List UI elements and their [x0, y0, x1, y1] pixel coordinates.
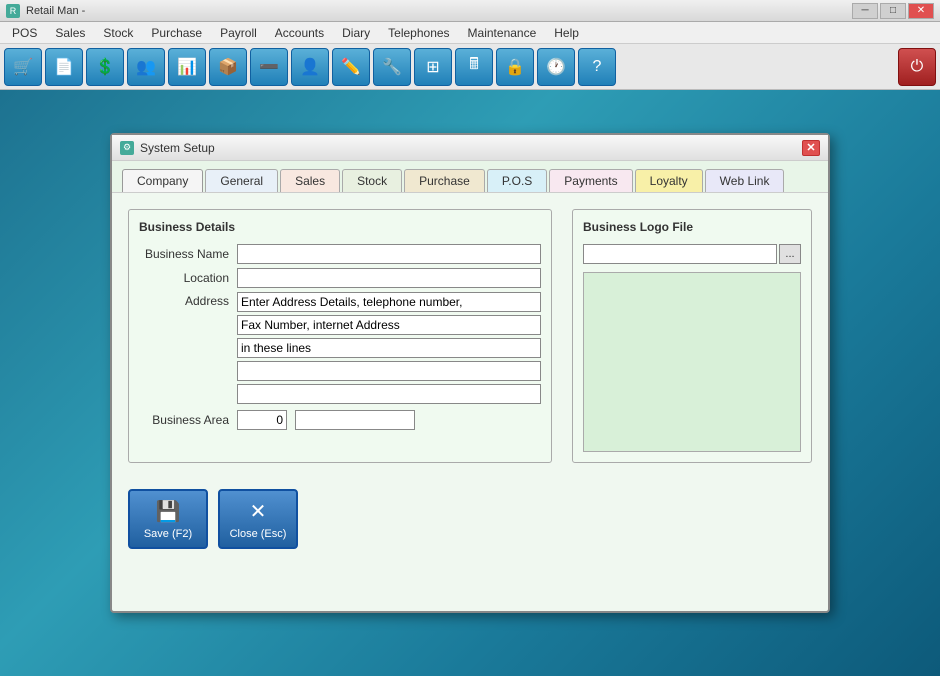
- menu-item-help[interactable]: Help: [546, 24, 587, 42]
- menu-item-telephones[interactable]: Telephones: [380, 24, 457, 42]
- toolbar-calc-icon[interactable]: 🖩: [455, 48, 493, 86]
- toolbar-power-icon[interactable]: ⏻: [898, 48, 936, 86]
- business-area-row: Business Area: [139, 410, 541, 430]
- business-name-input[interactable]: [237, 244, 541, 264]
- dialog-body: Business Details Business Name Location …: [112, 193, 828, 479]
- toolbar-grid-icon[interactable]: ⊞: [414, 48, 452, 86]
- tabs-container: CompanyGeneralSalesStockPurchaseP.O.SPay…: [112, 161, 828, 193]
- toolbar-help-icon[interactable]: ?: [578, 48, 616, 86]
- business-area-label: Business Area: [139, 413, 229, 427]
- save-icon: 💾: [156, 499, 181, 524]
- close-button[interactable]: ✕: [908, 3, 934, 19]
- menu-item-sales[interactable]: Sales: [47, 24, 93, 42]
- title-bar: R Retail Man - ─ □ ✕: [0, 0, 940, 22]
- close-footer-icon: ✕: [250, 499, 267, 524]
- dialog-title: System Setup: [140, 141, 215, 155]
- toolbar-edit-icon[interactable]: ✏️: [332, 48, 370, 86]
- business-area-name-input[interactable]: [295, 410, 415, 430]
- menu-item-maintenance[interactable]: Maintenance: [460, 24, 545, 42]
- address-label: Address: [139, 292, 229, 404]
- app-title: Retail Man -: [26, 5, 85, 17]
- location-row: Location: [139, 268, 541, 288]
- tab-pos[interactable]: P.O.S: [487, 169, 547, 192]
- logo-file-input[interactable]: [583, 244, 777, 264]
- toolbar-people-icon[interactable]: 👥: [127, 48, 165, 86]
- address-line-1[interactable]: [237, 292, 541, 312]
- logo-section: Business Logo File ...: [572, 209, 812, 463]
- toolbar-box-icon[interactable]: 📦: [209, 48, 247, 86]
- menu-item-purchase[interactable]: Purchase: [143, 24, 210, 42]
- menu-item-accounts[interactable]: Accounts: [267, 24, 332, 42]
- location-input[interactable]: [237, 268, 541, 288]
- menu-item-diary[interactable]: Diary: [334, 24, 378, 42]
- toolbar: 🛒📄💲👥📊📦➖👤✏️🔧⊞🖩🔒🕐? ⏻: [0, 44, 940, 90]
- address-inputs: [237, 292, 541, 404]
- logo-input-row: ...: [583, 244, 801, 264]
- address-line-3[interactable]: [237, 338, 541, 358]
- dialog-title-bar: ⚙ System Setup ✕: [112, 135, 828, 161]
- tab-purchase[interactable]: Purchase: [404, 169, 485, 192]
- toolbar-dollar-icon[interactable]: 💲: [86, 48, 124, 86]
- tab-company[interactable]: Company: [122, 169, 203, 192]
- business-name-row: Business Name: [139, 244, 541, 264]
- logo-browse-button[interactable]: ...: [779, 244, 801, 264]
- close-label: Close (Esc): [230, 528, 287, 540]
- logo-section-title: Business Logo File: [583, 220, 801, 234]
- address-line-4[interactable]: [237, 361, 541, 381]
- main-content: ⚙ System Setup ✕ CompanyGeneralSalesStoc…: [0, 90, 940, 676]
- menu-bar: POSSalesStockPurchasePayrollAccountsDiar…: [0, 22, 940, 44]
- tab-loyalty[interactable]: Loyalty: [635, 169, 703, 192]
- tab-general[interactable]: General: [205, 169, 278, 192]
- toolbar-minus-icon[interactable]: ➖: [250, 48, 288, 86]
- toolbar-chart-icon[interactable]: 📊: [168, 48, 206, 86]
- dialog-footer: 💾 Save (F2) ✕ Close (Esc): [112, 479, 828, 565]
- business-area-number-input[interactable]: [237, 410, 287, 430]
- dialog-icon: ⚙: [120, 141, 134, 155]
- save-label: Save (F2): [144, 528, 192, 540]
- maximize-button[interactable]: □: [880, 3, 906, 19]
- toolbar-lock-icon[interactable]: 🔒: [496, 48, 534, 86]
- address-row: Address: [139, 292, 541, 404]
- business-name-label: Business Name: [139, 247, 229, 261]
- toolbar-tools-icon[interactable]: 🔧: [373, 48, 411, 86]
- window-controls: ─ □ ✕: [852, 3, 934, 19]
- toolbar-clock-icon[interactable]: 🕐: [537, 48, 575, 86]
- dialog-close-button[interactable]: ✕: [802, 140, 820, 156]
- menu-item-stock[interactable]: Stock: [95, 24, 141, 42]
- tab-sales[interactable]: Sales: [280, 169, 340, 192]
- business-details-section: Business Details Business Name Location …: [128, 209, 552, 463]
- toolbar-pos-icon[interactable]: 🛒: [4, 48, 42, 86]
- logo-preview-area: [583, 272, 801, 452]
- menu-item-pos[interactable]: POS: [4, 24, 45, 42]
- app-icon: R: [6, 4, 20, 18]
- business-details-title: Business Details: [139, 220, 541, 234]
- address-line-2[interactable]: [237, 315, 541, 335]
- menu-item-payroll[interactable]: Payroll: [212, 24, 265, 42]
- tab-weblink[interactable]: Web Link: [705, 169, 785, 192]
- location-label: Location: [139, 271, 229, 285]
- toolbar-person-icon[interactable]: 👤: [291, 48, 329, 86]
- system-setup-dialog: ⚙ System Setup ✕ CompanyGeneralSalesStoc…: [110, 133, 830, 613]
- save-button[interactable]: 💾 Save (F2): [128, 489, 208, 549]
- minimize-button[interactable]: ─: [852, 3, 878, 19]
- tab-payments[interactable]: Payments: [549, 169, 632, 192]
- close-dialog-button[interactable]: ✕ Close (Esc): [218, 489, 298, 549]
- tab-stock[interactable]: Stock: [342, 169, 402, 192]
- toolbar-notes-icon[interactable]: 📄: [45, 48, 83, 86]
- address-line-5[interactable]: [237, 384, 541, 404]
